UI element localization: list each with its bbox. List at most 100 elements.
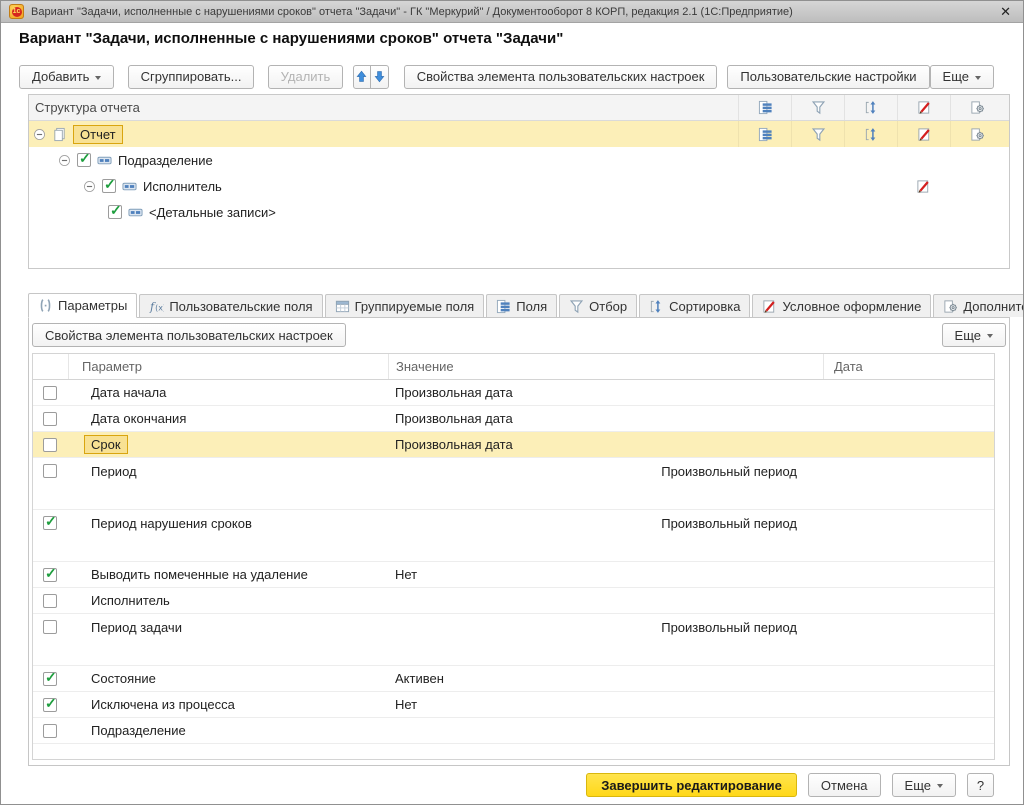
tree-header: Структура отчета [29,95,1009,121]
param-value[interactable]: Нет [388,692,823,717]
move-up-button[interactable] [353,65,372,89]
use-checkbox[interactable] [43,516,57,530]
group-button-label: Сгруппировать... [141,69,242,84]
grouping-icon [122,179,137,194]
row-checkbox[interactable] [102,179,116,193]
param-element-properties-button[interactable]: Свойства элемента пользовательских настр… [32,323,346,347]
checkbox-column-header [33,354,68,379]
table-row[interactable]: Период задачи Произвольный период [33,614,994,666]
tab-sorting[interactable]: Сортировка [639,294,750,317]
tree-row-label: Отчет [73,125,123,144]
main-toolbar: Добавить Сгруппировать... Удалить Свойст… [19,64,994,89]
chevron-down-icon [937,784,943,788]
use-checkbox[interactable] [43,412,57,426]
delete-button[interactable]: Удалить [268,65,344,89]
tab-conditional-appearance[interactable]: Условное оформление [752,294,931,317]
table-row[interactable]: Дата окончания Произвольная дата [33,406,994,432]
parameters-more-button[interactable]: Еще [942,323,1006,347]
toolbar-more-button[interactable]: Еще [930,65,994,89]
table-row[interactable]: Исполнитель [33,588,994,614]
collapse-icon[interactable] [33,128,46,141]
param-value[interactable]: Активен [388,666,823,691]
fields-cell [738,121,791,147]
table-header: Параметр Значение Дата [33,354,994,380]
finish-editing-button[interactable]: Завершить редактирование [586,773,797,797]
fields-icon [758,100,773,115]
tab-grouped-fields[interactable]: Группируемые поля [325,294,485,317]
use-checkbox[interactable] [43,620,57,634]
use-checkbox[interactable] [43,672,57,686]
sort-cell [844,121,897,147]
param-value[interactable] [388,588,823,613]
param-date [823,562,994,587]
move-down-button[interactable] [370,65,389,89]
collapse-icon[interactable] [58,154,71,167]
tab-fields[interactable]: Поля [486,294,557,317]
user-settings-label: Пользовательские настройки [740,69,916,84]
table-row[interactable]: Состояние Активен [33,666,994,692]
add-button[interactable]: Добавить [19,65,114,89]
param-value[interactable] [388,718,823,743]
tab-user-fields[interactable]: Пользовательские поля [139,294,322,317]
use-checkbox[interactable] [43,464,57,478]
tree-row-detail-records[interactable]: <Детальные записи> [29,199,1009,225]
use-checkbox[interactable] [43,594,57,608]
cancel-button-label: Отмена [821,778,868,793]
tab-label: Отбор [589,299,627,314]
param-name: Подразделение [68,718,388,743]
chevron-down-icon [975,76,981,80]
table-row[interactable]: Период Произвольный период [33,458,994,510]
use-checkbox[interactable] [43,386,57,400]
report-structure-panel: Структура отчета Отчет [28,94,1010,269]
row-checkbox[interactable] [77,153,91,167]
param-value[interactable]: Произвольная дата [388,380,823,405]
param-name: Выводить помеченные на удаление [68,562,388,587]
use-checkbox[interactable] [43,698,57,712]
group-button[interactable]: Сгруппировать... [128,65,255,89]
help-button[interactable]: ? [967,773,994,797]
table-row[interactable]: Выводить помеченные на удаление Нет [33,562,994,588]
param-value[interactable]: Произвольный период [388,614,823,665]
element-properties-button[interactable]: Свойства элемента пользовательских настр… [404,65,718,89]
tree-row-label: <Детальные записи> [149,205,276,220]
tab-label: Параметры [58,298,127,313]
param-value[interactable]: Произвольная дата [388,406,823,431]
parameters-panel: Свойства элемента пользовательских настр… [28,317,1010,766]
use-checkbox[interactable] [43,438,57,452]
param-value[interactable]: Произвольная дата [388,432,823,457]
appearance-cell [897,173,950,199]
table-row[interactable]: Период нарушения сроков Произвольный пер… [33,510,994,562]
collapse-icon[interactable] [83,180,96,193]
param-value[interactable]: Произвольный период [388,458,823,509]
cancel-button[interactable]: Отмена [808,773,881,797]
param-date [823,692,994,717]
table-row[interactable]: Исключена из процесса Нет [33,692,994,718]
param-date [823,614,994,665]
settings-icon [970,127,985,142]
1c-logo-icon: 1с [9,4,24,19]
user-settings-button[interactable]: Пользовательские настройки [727,65,929,89]
tree-header-icon-columns [738,95,1003,120]
table-row-selected[interactable]: Срок Произвольная дата [33,432,994,458]
close-icon[interactable]: ✕ [996,5,1015,18]
row-checkbox[interactable] [108,205,122,219]
table-row[interactable]: Подразделение [33,718,994,744]
tree-row-report[interactable]: Отчет [29,121,1009,147]
footer-more-button[interactable]: Еще [892,773,956,797]
tab-parameters[interactable]: Параметры [28,293,137,318]
param-name: Период задачи [68,614,388,665]
tree-row-grouping[interactable]: Подразделение [29,147,1009,173]
param-value[interactable]: Произвольный период [388,510,823,561]
param-value[interactable]: Нет [388,562,823,587]
use-checkbox[interactable] [43,724,57,738]
tree-row-icon-columns [738,121,1003,147]
column-sort [844,95,897,120]
tab-filter[interactable]: Отбор [559,294,637,317]
window-title: Вариант "Задачи, исполненные с нарушения… [31,6,989,18]
table-row[interactable]: Дата начала Произвольная дата [33,380,994,406]
tree-row-grouping[interactable]: Исполнитель [29,173,1009,199]
settings-icon [943,299,958,314]
use-checkbox[interactable] [43,568,57,582]
tab-additional-settings[interactable]: Дополнительные настройки [933,294,1024,317]
app-window: 1с Вариант "Задачи, исполненные с наруше… [0,0,1024,805]
